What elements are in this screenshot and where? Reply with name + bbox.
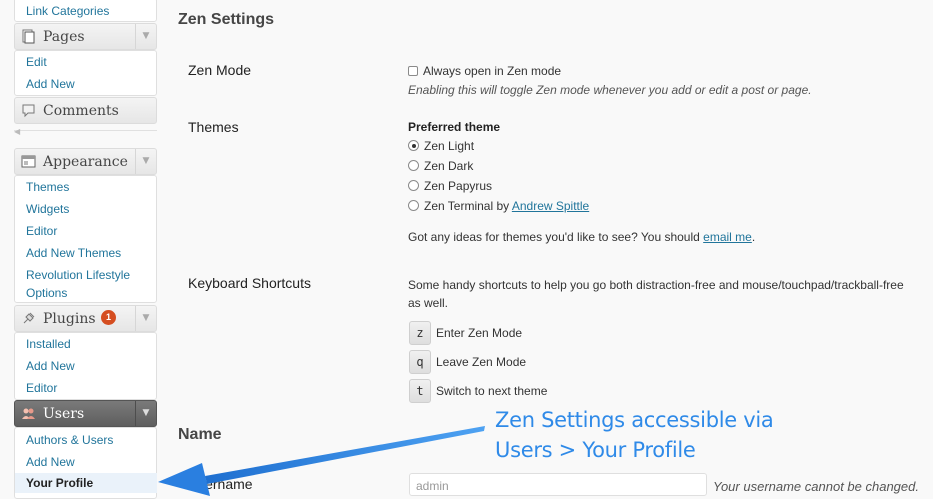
callout-arrow-icon	[158, 426, 485, 496]
callout-line1: Zen Settings accessible via	[495, 408, 774, 432]
callout-line2: Users > Your Profile	[495, 438, 696, 462]
